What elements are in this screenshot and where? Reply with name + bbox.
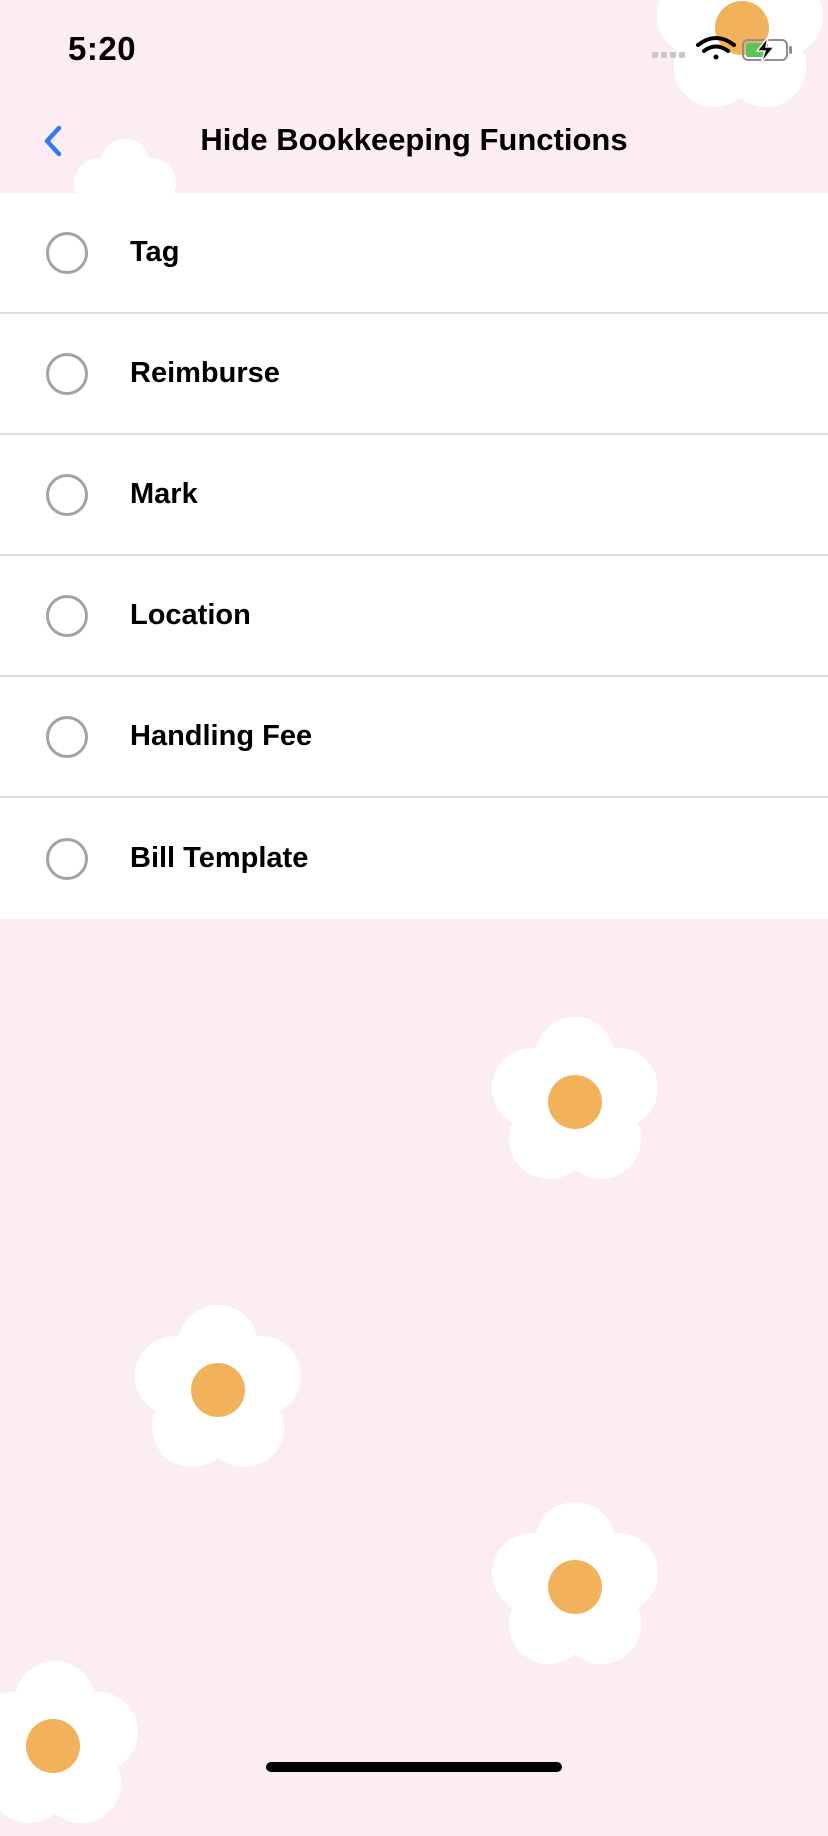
page-title: Hide Bookkeeping Functions [200, 122, 628, 157]
option-row-handling-fee[interactable]: Handling Fee [0, 677, 828, 798]
option-row-bill-template[interactable]: Bill Template [0, 798, 828, 919]
option-label: Reimburse [130, 357, 280, 389]
radio-button[interactable] [46, 594, 88, 637]
option-label: Bill Template [130, 842, 309, 874]
back-button[interactable] [28, 116, 78, 166]
option-row-location[interactable]: Location [0, 556, 828, 677]
option-label: Location [130, 599, 251, 631]
radio-button[interactable] [46, 837, 88, 880]
options-list: Tag Reimburse Mark Location Handling Fee… [0, 193, 828, 919]
battery-charging-icon [742, 36, 792, 64]
option-row-mark[interactable]: Mark [0, 435, 828, 556]
option-label: Mark [130, 478, 198, 510]
option-row-tag[interactable]: Tag [0, 193, 828, 314]
flower-decoration [492, 1017, 658, 1179]
status-icons [652, 36, 792, 64]
chevron-left-icon [44, 125, 62, 157]
radio-button[interactable] [46, 352, 88, 395]
flower-decoration [492, 1502, 658, 1664]
option-label: Handling Fee [130, 720, 313, 752]
cellular-signal-icon [652, 52, 685, 58]
radio-button[interactable] [46, 715, 88, 758]
flower-decoration [135, 1305, 301, 1467]
flower-decoration [0, 1661, 138, 1823]
radio-button[interactable] [46, 473, 88, 516]
option-row-reimburse[interactable]: Reimburse [0, 314, 828, 435]
radio-button[interactable] [46, 231, 88, 274]
home-indicator[interactable] [266, 1762, 562, 1772]
nav-bar: Hide Bookkeeping Functions [0, 96, 828, 192]
wifi-icon [696, 36, 736, 60]
status-bar: 5:20 [0, 0, 828, 96]
option-label: Tag [130, 236, 180, 268]
status-time: 5:20 [68, 30, 137, 67]
